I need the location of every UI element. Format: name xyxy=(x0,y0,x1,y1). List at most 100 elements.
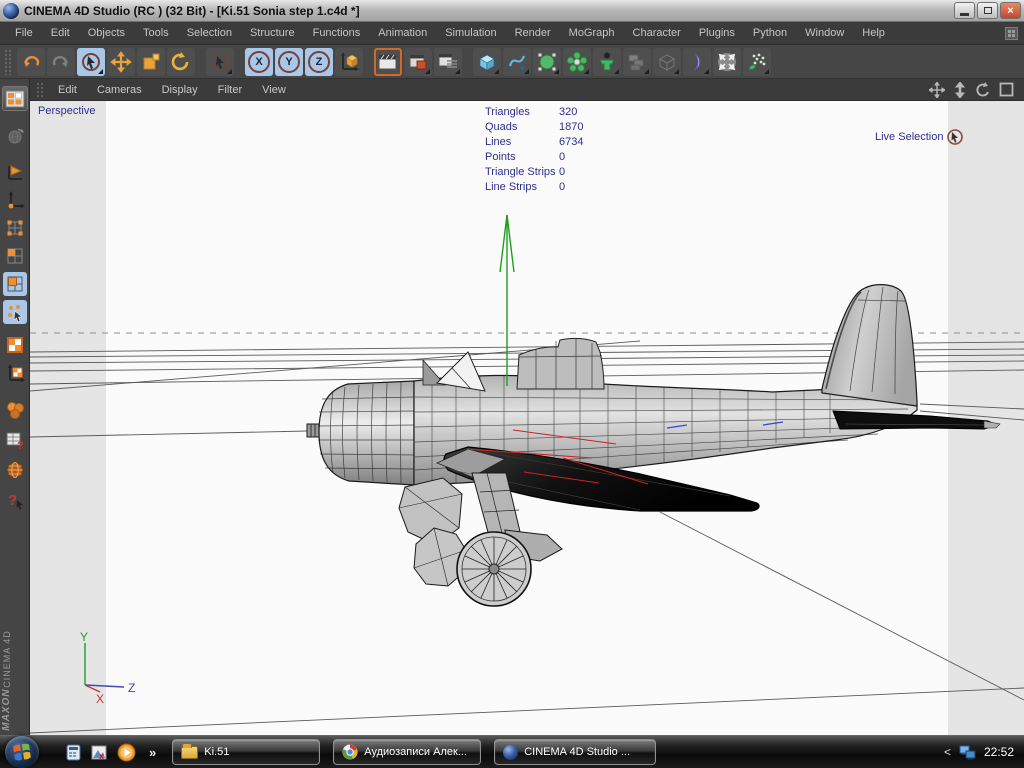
coordinate-system-button[interactable] xyxy=(335,48,363,76)
table-question-button[interactable]: ? xyxy=(3,428,27,452)
task-button-audio[interactable]: Аудиозаписи Алек... xyxy=(333,739,481,765)
texture-axis-mode-button[interactable] xyxy=(3,361,27,385)
menu-file[interactable]: File xyxy=(6,22,42,45)
layout-manager-button[interactable] xyxy=(2,86,28,111)
lock-x-axis-button[interactable]: X xyxy=(245,48,273,76)
quick-launch-expand[interactable]: » xyxy=(149,745,156,760)
add-environment-button[interactable] xyxy=(683,48,711,76)
gizmo-x-label: X xyxy=(96,692,104,706)
menu-character[interactable]: Character xyxy=(624,22,690,45)
redo-icon xyxy=(51,52,71,72)
scale-tool-button[interactable] xyxy=(137,48,165,76)
menu-animation[interactable]: Animation xyxy=(369,22,436,45)
menu-structure[interactable]: Structure xyxy=(241,22,304,45)
add-deformer-button[interactable] xyxy=(623,48,651,76)
selection-tool-dropdown[interactable] xyxy=(206,48,234,76)
right-shade-band xyxy=(948,101,1024,735)
app-icon xyxy=(3,3,19,19)
add-thinking-particles-button[interactable] xyxy=(743,48,771,76)
menu-python[interactable]: Python xyxy=(744,22,796,45)
viewport-zoom-icon[interactable] xyxy=(953,82,967,98)
render-view-icon xyxy=(377,51,399,73)
task-button-ki51[interactable]: Ki.51 xyxy=(172,739,320,765)
viewport-maximize-icon[interactable] xyxy=(999,82,1014,97)
add-character-object-button[interactable] xyxy=(593,48,621,76)
points-mode-button[interactable] xyxy=(3,216,27,240)
move-tool-button[interactable] xyxy=(107,48,135,76)
viewport-canvas[interactable]: Y Z X Perspective Triangles320 Quads1870… xyxy=(30,101,1024,735)
menu-selection[interactable]: Selection xyxy=(178,22,241,45)
graphics-app-icon[interactable]: x xyxy=(91,744,108,761)
menu-render[interactable]: Render xyxy=(506,22,560,45)
vmenu-filter[interactable]: Filter xyxy=(208,79,252,101)
chrome-icon xyxy=(342,744,358,760)
lock-y-axis-button[interactable]: Y xyxy=(275,48,303,76)
viewport-rotate-icon[interactable] xyxy=(975,82,991,98)
menu-window[interactable]: Window xyxy=(796,22,853,45)
help-button[interactable]: ? xyxy=(3,488,27,512)
texture-mode-button[interactable] xyxy=(3,333,27,357)
menu-objects[interactable]: Objects xyxy=(79,22,134,45)
menu-help[interactable]: Help xyxy=(853,22,894,45)
vmenu-display[interactable]: Display xyxy=(152,79,208,101)
polygon-mode-button[interactable] xyxy=(3,272,27,296)
title-bar[interactable]: CINEMA 4D Studio (RC ) (32 Bit) - [Ki.51… xyxy=(0,0,1024,22)
redo-button[interactable] xyxy=(47,48,75,76)
edge-mode-button[interactable] xyxy=(3,244,27,268)
globe-button[interactable] xyxy=(3,458,27,482)
add-particles-button[interactable] xyxy=(713,48,741,76)
menu-edit[interactable]: Edit xyxy=(42,22,79,45)
vmenu-cameras[interactable]: Cameras xyxy=(87,79,152,101)
add-generator-button[interactable] xyxy=(533,48,561,76)
start-button[interactable] xyxy=(5,736,39,768)
make-editable-button[interactable] xyxy=(3,160,27,184)
toolbar-grip[interactable] xyxy=(4,49,12,75)
main-toolbar: X Y Z xyxy=(0,45,1024,79)
svg-text:?: ? xyxy=(8,492,17,509)
viewport-statistics: Triangles320 Quads1870 Lines6734 Points0… xyxy=(485,105,583,195)
menu-plugins[interactable]: Plugins xyxy=(690,22,744,45)
menu-mograph[interactable]: MoGraph xyxy=(560,22,624,45)
restore-button[interactable] xyxy=(977,2,998,19)
menu-functions[interactable]: Functions xyxy=(304,22,370,45)
menu-simulation[interactable]: Simulation xyxy=(436,22,505,45)
gizmo-y-label: Y xyxy=(80,630,88,644)
c4d-icon xyxy=(503,745,518,760)
spheres-tool-button[interactable] xyxy=(3,398,27,422)
coordinate-globe-button[interactable] xyxy=(3,124,27,148)
viewport-pan-icon[interactable] xyxy=(929,82,945,98)
live-selection-button[interactable] xyxy=(77,48,105,76)
render-settings-button[interactable] xyxy=(434,48,462,76)
minimize-button[interactable] xyxy=(954,2,975,19)
viewport-menubar-grip[interactable] xyxy=(36,82,44,98)
close-button[interactable]: × xyxy=(1000,2,1021,19)
vmenu-view[interactable]: View xyxy=(252,79,296,101)
add-modeling-object-button[interactable] xyxy=(563,48,591,76)
render-picture-viewer-button[interactable] xyxy=(404,48,432,76)
snap-mode-button[interactable] xyxy=(3,300,27,324)
quick-launch: x » xyxy=(65,743,156,762)
engine-cowling xyxy=(318,381,414,485)
camera-label[interactable]: Perspective xyxy=(38,105,95,117)
add-scene-object-button[interactable] xyxy=(653,48,681,76)
viewport-menubar: Edit Cameras Display Filter View xyxy=(30,79,1024,101)
add-spline-button[interactable] xyxy=(503,48,531,76)
render-view-button[interactable] xyxy=(374,48,402,76)
object-axis-mode-button[interactable] xyxy=(3,188,27,212)
add-cube-button[interactable] xyxy=(473,48,501,76)
tray-expand-chevron[interactable]: < xyxy=(944,745,951,759)
menu-tools[interactable]: Tools xyxy=(134,22,178,45)
vmenu-edit[interactable]: Edit xyxy=(48,79,87,101)
task-button-cinema4d[interactable]: CINEMA 4D Studio ... xyxy=(494,739,656,765)
network-icon[interactable] xyxy=(959,745,976,760)
menu-corner-icon[interactable] xyxy=(1005,27,1018,40)
media-player-icon[interactable] xyxy=(117,743,136,762)
undo-button[interactable] xyxy=(17,48,45,76)
calculator-icon[interactable] xyxy=(65,744,82,761)
svg-text:?: ? xyxy=(17,440,24,450)
lock-z-axis-button[interactable]: Z xyxy=(305,48,333,76)
object-axis-icon xyxy=(5,190,25,210)
active-tool-indicator: Live Selection xyxy=(875,128,964,146)
rotate-tool-button[interactable] xyxy=(167,48,195,76)
stat-triangles: Triangles320 xyxy=(485,105,583,120)
